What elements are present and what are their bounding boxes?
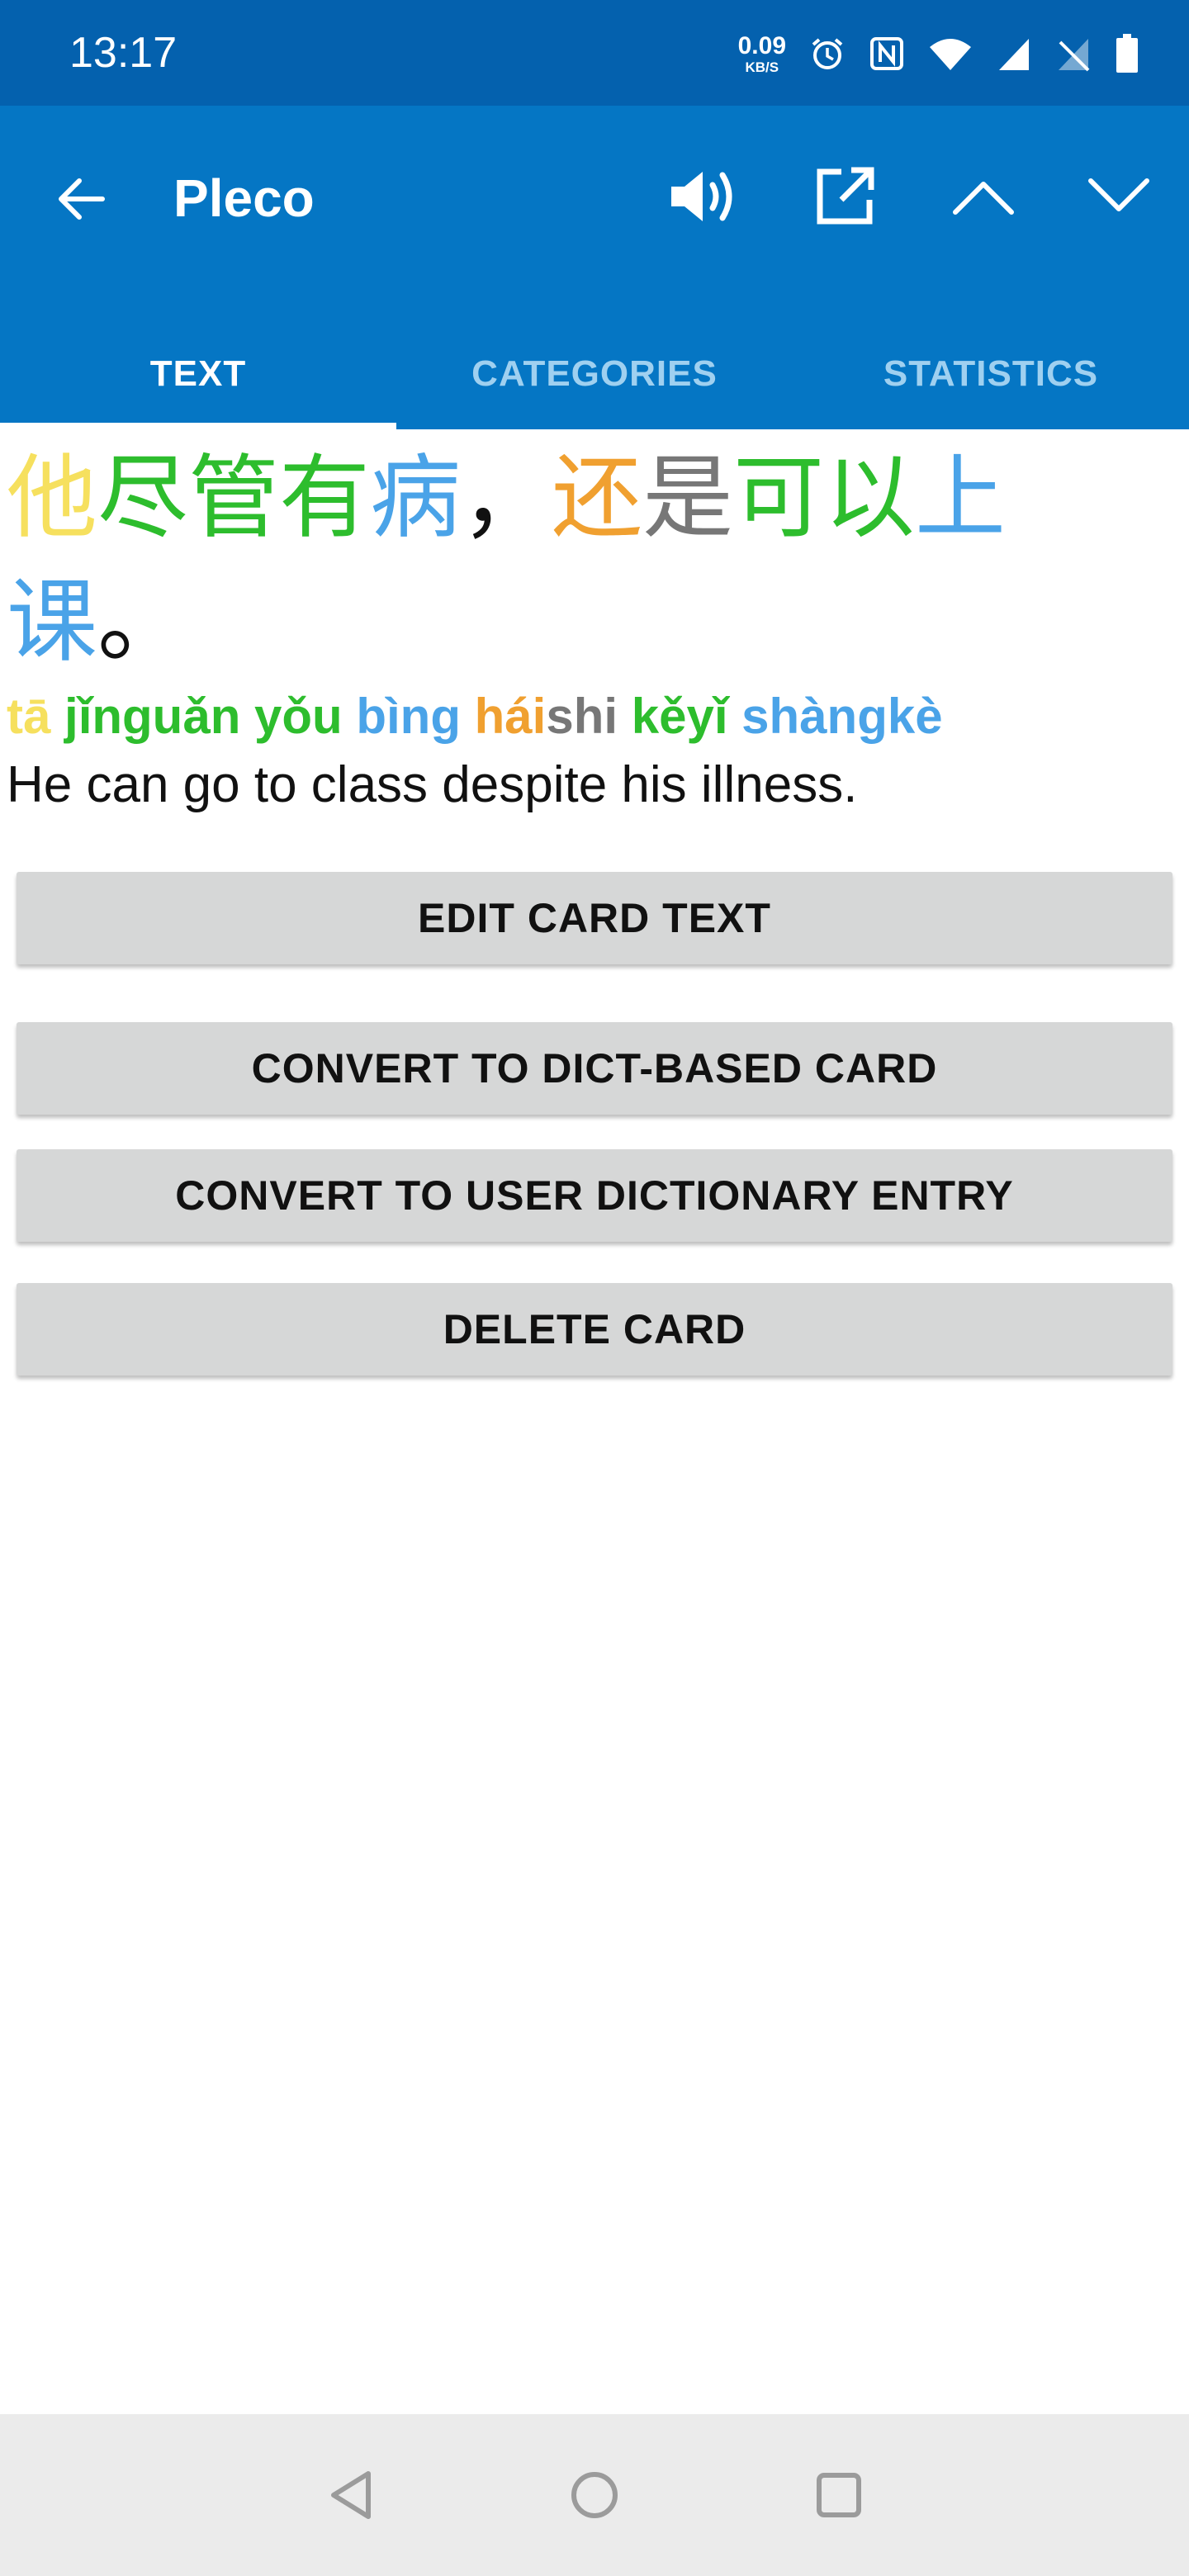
nav-home-button[interactable] [553, 2454, 636, 2536]
convert-to-dict-based-card-button[interactable]: CONVERT TO DICT-BASED CARD [17, 1022, 1172, 1115]
network-speed: 0.09 KB/S [737, 31, 786, 75]
hanzi-word[interactable]: 上 [915, 445, 1006, 551]
hanzi-word[interactable]: 有 [279, 445, 370, 551]
open-external-icon [817, 167, 874, 225]
back-triangle-icon [331, 2471, 371, 2519]
chevron-down-icon [1088, 178, 1149, 211]
status-bar: 13:17 0.09 KB/S [0, 0, 1189, 106]
home-circle-icon [571, 2472, 618, 2518]
convert-to-user-dictionary-entry-button[interactable]: CONVERT TO USER DICTIONARY ENTRY [17, 1149, 1172, 1242]
app-title: Pleco [173, 168, 315, 228]
pinyin-word: jǐnguǎn [64, 689, 255, 744]
pinyin-word: yǒu [254, 689, 357, 744]
delete-card-button[interactable]: DELETE CARD [17, 1283, 1172, 1376]
hanzi-word[interactable]: 课 [7, 569, 97, 675]
hanzi-word[interactable]: 还 [552, 445, 642, 551]
alarm-icon [812, 38, 843, 69]
status-time: 13:17 [69, 29, 178, 77]
no-signal-icon [1059, 39, 1090, 72]
app-bar: Pleco TEXT CATEGORIES STATISTICS [0, 106, 1189, 429]
hanzi-word[interactable]: 可以 [733, 445, 915, 551]
network-speed-value: 0.09 [737, 31, 786, 59]
previous-card-button[interactable] [938, 155, 1029, 238]
nav-back-button[interactable] [310, 2454, 393, 2536]
nfc-icon [870, 37, 903, 70]
tab-statistics-label: STATISTICS [883, 353, 1099, 394]
next-card-button[interactable] [1073, 155, 1164, 238]
tab-bar: TEXT CATEGORIES STATISTICS [0, 319, 1189, 429]
hanzi-line-2: 课。 [0, 560, 1189, 684]
speaker-icon [671, 172, 732, 221]
pinyin-word: shi [546, 689, 632, 744]
hanzi-punctuation: 。 [97, 569, 188, 675]
tab-text-label: TEXT [149, 353, 247, 394]
tab-categories-label: CATEGORIES [471, 353, 718, 394]
battery-icon [1116, 34, 1138, 73]
wifi-icon [930, 39, 971, 70]
back-button[interactable] [48, 162, 114, 236]
nav-recents-button[interactable] [798, 2454, 880, 2536]
hanzi-word[interactable]: 他 [7, 445, 97, 551]
pinyin-word: shàngkè [741, 689, 943, 744]
pinyin-word: bìng [356, 689, 475, 744]
speak-button[interactable] [661, 155, 751, 238]
signal-icon [999, 39, 1029, 70]
hanzi-word[interactable]: 尽管 [97, 445, 279, 551]
hanzi-punctuation: ， [461, 445, 552, 551]
edit-card-text-button[interactable]: EDIT CARD TEXT [17, 872, 1172, 964]
pinyin-word: kěyǐ [631, 689, 742, 744]
pinyin-word: tā [7, 689, 65, 744]
tab-statistics[interactable]: STATISTICS [793, 319, 1189, 429]
tab-categories[interactable]: CATEGORIES [396, 319, 793, 429]
tab-text[interactable]: TEXT [0, 319, 396, 429]
card-content: 他尽管有病，还是可以上 课。 tā jǐnguǎn yǒu bìng háish… [0, 429, 1189, 821]
system-nav-bar [0, 2414, 1189, 2576]
tab-indicator [0, 423, 396, 429]
chevron-up-icon [953, 182, 1014, 215]
pinyin-line: tā jǐnguǎn yǒu bìng háishi kěyǐ shàngkè [0, 684, 1189, 750]
hanzi-word[interactable]: 是 [642, 445, 733, 551]
translation-text: He can go to class despite his illness. [7, 756, 858, 813]
network-speed-unit: KB/S [745, 59, 779, 75]
hanzi-word[interactable]: 病 [370, 445, 461, 551]
recents-square-icon [817, 2473, 861, 2517]
hanzi-line-1: 他尽管有病，还是可以上 [0, 436, 1189, 560]
status-icons: 0.09 KB/S [738, 25, 1139, 83]
open-external-button[interactable] [799, 155, 890, 238]
arrow-left-icon [59, 178, 105, 220]
pinyin-word: hái [474, 689, 547, 744]
